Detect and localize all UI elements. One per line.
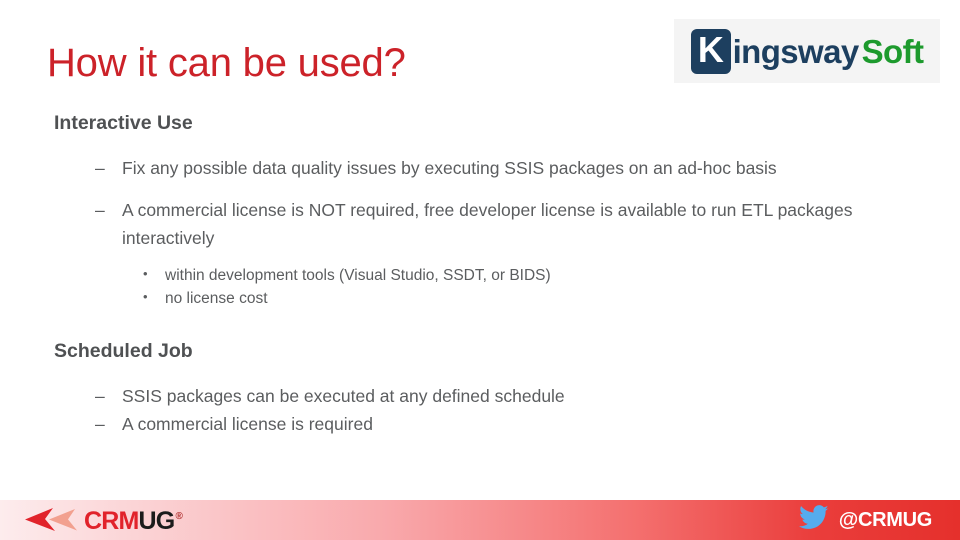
- dash-bullet-icon: –: [95, 200, 105, 221]
- dash-bullet-icon: –: [95, 157, 105, 178]
- kingswaysoft-word-ingsway: ingsway: [732, 32, 860, 70]
- subbullet-no-license-cost: • no license cost: [143, 287, 905, 311]
- bullet-scheduled-2: – A commercial license is required: [95, 410, 922, 438]
- registered-trademark-icon: ®: [175, 511, 183, 523]
- footer-bar: CRMUG® @CRMUG: [0, 500, 960, 540]
- subbullet-text: no license cost: [165, 290, 268, 308]
- crmug-arrow-icon: [23, 507, 81, 533]
- dash-bullet-icon: –: [95, 414, 105, 435]
- slide-body: Interactive Use – Fix any possible data …: [0, 112, 960, 438]
- kingswaysoft-word-soft: Soft: [861, 32, 924, 70]
- crmug-wordmark: CRMUG®: [84, 506, 183, 535]
- twitter-handle-text: @CRMUG: [838, 509, 933, 531]
- bullet-text: A commercial license is NOT required, fr…: [122, 200, 853, 249]
- bullet-text: SSIS packages can be executed at any def…: [122, 385, 565, 406]
- kingswaysoft-logo: K ingsway Soft: [674, 19, 940, 83]
- section-heading-interactive-use: Interactive Use: [54, 112, 193, 134]
- twitter-handle-block[interactable]: @CRMUG: [798, 505, 933, 535]
- kingswaysoft-k-badge-icon: K: [690, 28, 731, 74]
- bullet-interactive-2: – A commercial license is NOT required, …: [95, 196, 922, 253]
- dot-bullet-icon: •: [143, 265, 148, 281]
- kingswaysoft-wordmark: K ingsway Soft: [690, 28, 924, 74]
- page-title: How it can be used?: [47, 41, 406, 85]
- bullet-text: Fix any possible data quality issues by …: [122, 157, 777, 178]
- section-heading-scheduled-job: Scheduled Job: [54, 339, 193, 362]
- subbullet-text: within development tools (Visual Studio,…: [165, 266, 551, 284]
- bullet-text: A commercial license is required: [122, 414, 373, 435]
- subbullet-dev-tools: • within development tools (Visual Studi…: [143, 264, 905, 288]
- twitter-bird-icon: [798, 505, 829, 535]
- slide-canvas: How it can be used? K ingsway Soft Inter…: [0, 0, 960, 540]
- dot-bullet-icon: •: [143, 289, 148, 305]
- crmug-word-ug: UG: [138, 506, 176, 535]
- bullet-interactive-1: – Fix any possible data quality issues b…: [95, 154, 922, 182]
- crmug-logo: CRMUG®: [23, 506, 183, 535]
- crmug-word-crm: CRM: [84, 506, 139, 535]
- bullet-scheduled-1: – SSIS packages can be executed at any d…: [95, 382, 922, 410]
- dash-bullet-icon: –: [95, 385, 105, 406]
